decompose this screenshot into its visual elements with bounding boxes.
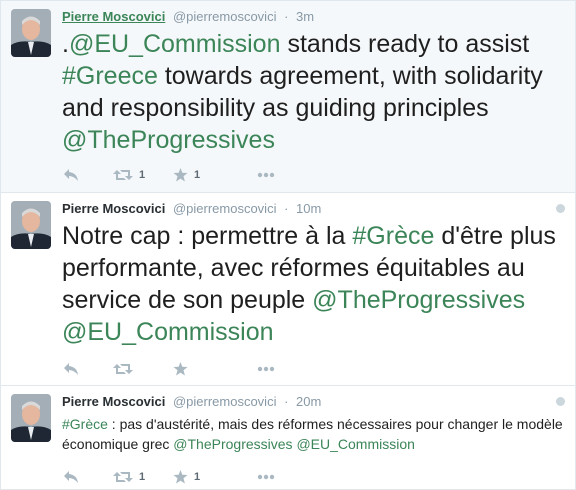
reply-icon (64, 169, 78, 181)
mention-link[interactable]: @TheProgressives (62, 126, 275, 154)
author-name[interactable]: Pierre Moscovici (62, 9, 165, 24)
hashtag-link[interactable]: #Grèce (62, 416, 108, 432)
tweet-header: Pierre Moscovici @pierremoscovici · 10m (62, 200, 321, 218)
retweet-icon (113, 364, 133, 374)
reply-button[interactable] (63, 165, 79, 185)
globe-icon (556, 204, 565, 213)
tweet-3[interactable]: Pierre Moscovici @pierremoscovici · 20m … (1, 386, 575, 489)
author-handle[interactable]: @pierremoscovici (173, 394, 277, 409)
tweet-text: #Grèce : pas d'austérité, mais des réfor… (62, 414, 567, 454)
mention-link[interactable]: @TheProgressives (173, 436, 292, 452)
mention-link[interactable]: @EU_Commission (296, 436, 414, 452)
mention-link[interactable]: @TheProgressives (312, 286, 525, 314)
tweet-1[interactable]: Pierre Moscovici @pierremoscovici · 3m .… (1, 1, 575, 193)
tweet-2[interactable]: Pierre Moscovici @pierremoscovici · 10m … (1, 193, 575, 386)
retweet-count: 1 (139, 169, 146, 181)
timestamp[interactable]: 20m (296, 394, 321, 409)
separator: · (284, 394, 289, 409)
mention-link[interactable]: @EU_Commission (62, 318, 274, 346)
avatar[interactable] (11, 201, 51, 249)
globe-icon (556, 397, 565, 406)
retweet-count: 1 (139, 471, 146, 483)
avatar[interactable] (11, 394, 51, 442)
star-icon (173, 470, 188, 484)
reply-icon (64, 471, 78, 483)
more-button[interactable] (257, 467, 275, 487)
tweet-timeline: Pierre Moscovici @pierremoscovici · 3m .… (0, 0, 576, 490)
favorite-count: 1 (194, 471, 201, 483)
retweet-button[interactable] (113, 359, 133, 379)
separator: · (284, 201, 289, 216)
reply-button[interactable] (63, 359, 79, 379)
reply-icon (64, 363, 78, 375)
more-icon (257, 474, 275, 480)
star-icon (173, 168, 188, 182)
favorite-count: 1 (194, 169, 201, 181)
avatar[interactable] (11, 9, 51, 57)
star-icon (173, 362, 188, 376)
tweet-header: Pierre Moscovici @pierremoscovici · 3m (62, 8, 314, 26)
retweet-button[interactable]: 1 (113, 467, 145, 487)
favorite-button[interactable] (173, 359, 188, 379)
author-name[interactable]: Pierre Moscovici (62, 394, 165, 409)
favorite-button[interactable]: 1 (173, 467, 200, 487)
timestamp[interactable]: 3m (296, 9, 314, 24)
author-handle[interactable]: @pierremoscovici (173, 9, 277, 24)
author-name[interactable]: Pierre Moscovici (62, 201, 165, 216)
tweet-text: Notre cap : permettre à la #Grèce d'être… (62, 220, 562, 348)
hashtag-link[interactable]: #Greece (62, 62, 158, 90)
favorite-button[interactable]: 1 (173, 165, 200, 185)
tweet-text-segment: Notre cap : permettre à la (62, 222, 353, 250)
mention-link[interactable]: @EU_Commission (69, 30, 281, 58)
retweet-icon (113, 472, 133, 482)
author-handle[interactable]: @pierremoscovici (173, 201, 277, 216)
retweet-button[interactable]: 1 (113, 165, 145, 185)
tweet-header: Pierre Moscovici @pierremoscovici · 20m (62, 393, 321, 411)
separator: · (284, 9, 289, 24)
retweet-icon (113, 170, 133, 180)
more-button[interactable] (257, 359, 275, 379)
tweet-text-segment: . (62, 30, 69, 58)
reply-button[interactable] (63, 467, 79, 487)
timestamp[interactable]: 10m (296, 201, 321, 216)
more-icon (257, 366, 275, 372)
more-icon (257, 172, 275, 178)
more-button[interactable] (257, 165, 275, 185)
tweet-text-segment: stands ready to assist (280, 30, 530, 58)
hashtag-link[interactable]: #Grèce (352, 222, 434, 250)
tweet-text: .@EU_Commission stands ready to assist #… (62, 28, 562, 156)
